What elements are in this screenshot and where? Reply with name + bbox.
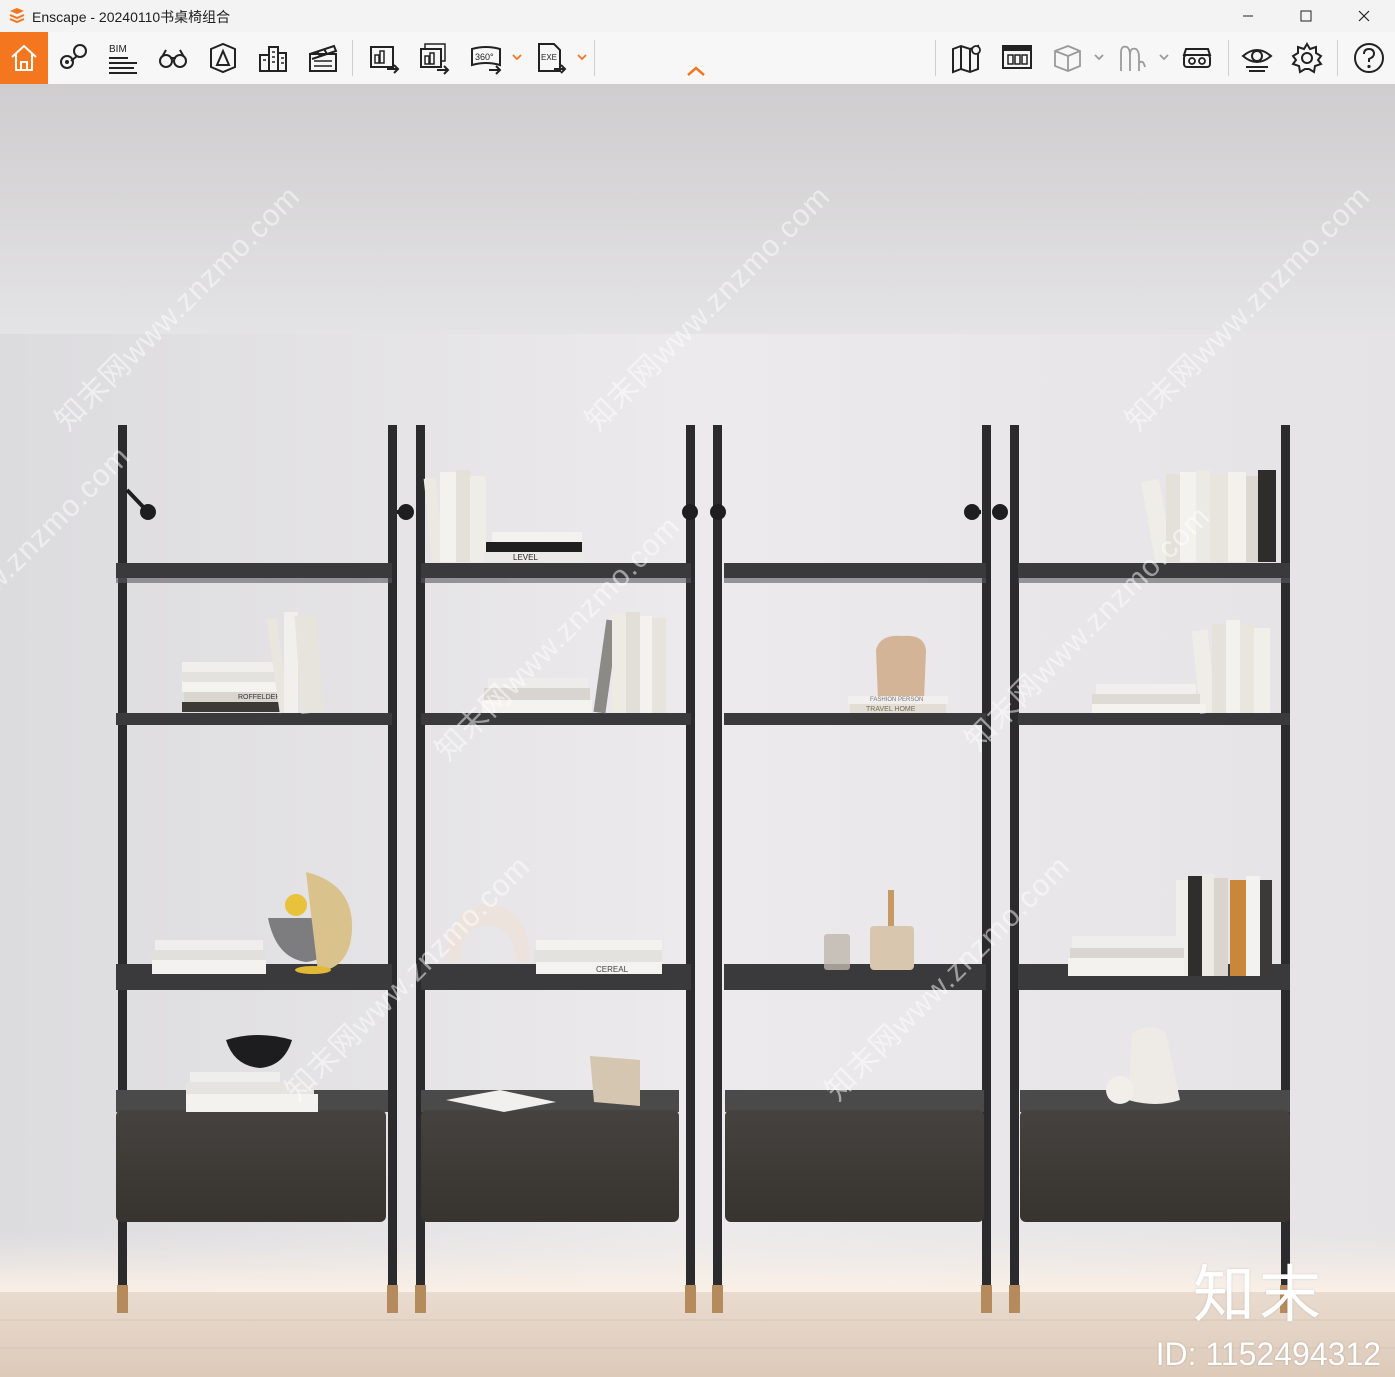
ceiling bbox=[0, 84, 1395, 334]
image-id-label: ID: 1152494312 bbox=[1155, 1336, 1381, 1372]
enscape-logo-icon bbox=[9, 8, 25, 24]
walk-mode-button[interactable] bbox=[149, 32, 197, 84]
help-icon bbox=[1354, 43, 1384, 73]
exe-export-button[interactable]: EXE bbox=[527, 32, 575, 84]
visual-settings-button[interactable] bbox=[1233, 32, 1281, 84]
panorama-button[interactable]: 360° bbox=[462, 32, 510, 84]
toolbar-separator bbox=[352, 40, 353, 76]
book-spine-label: ROFFELDER bbox=[238, 694, 280, 701]
buildings-icon bbox=[259, 46, 287, 72]
render-image-button[interactable] bbox=[360, 32, 408, 84]
minimize-button[interactable] bbox=[1219, 0, 1277, 32]
map-pin-icon bbox=[60, 44, 87, 69]
book-spine-label: LEVEL bbox=[513, 553, 538, 562]
chevron-down-icon[interactable] bbox=[511, 50, 523, 64]
vr-headset-button[interactable] bbox=[1173, 32, 1221, 84]
brand-logo: 知末 bbox=[1192, 1261, 1325, 1330]
atmosphere-button[interactable] bbox=[199, 32, 247, 84]
scene-render: ROFFELDER LEVEL CEREAL TRAVEL HOME FASHI… bbox=[0, 84, 1395, 1377]
home-icon bbox=[11, 44, 37, 71]
sun-perspective-icon bbox=[210, 42, 236, 74]
asset-library-button[interactable] bbox=[993, 32, 1041, 84]
book-spine-label: FASHION PERSON bbox=[870, 697, 923, 703]
batch-render-button[interactable] bbox=[410, 32, 458, 84]
views-button[interactable] bbox=[49, 32, 97, 84]
book-spine-label: TRAVEL HOME bbox=[866, 706, 916, 713]
visual-settings-icon bbox=[1241, 49, 1273, 72]
bim-icon: BIM bbox=[109, 44, 137, 74]
bim-label: BIM bbox=[109, 44, 127, 55]
panorama-360-icon: 360° bbox=[471, 46, 502, 75]
toolbar-separator bbox=[1228, 40, 1229, 76]
render-viewport[interactable]: ROFFELDER LEVEL CEREAL TRAVEL HOME FASHI… bbox=[0, 84, 1395, 1377]
pano-label: 360° bbox=[475, 52, 494, 62]
home-button[interactable] bbox=[0, 32, 48, 84]
batch-render-icon bbox=[420, 43, 450, 75]
material-editor-button[interactable] bbox=[1108, 32, 1156, 84]
map-icon bbox=[952, 44, 981, 74]
exe-export-icon: EXE bbox=[538, 43, 567, 74]
clapperboard-icon bbox=[309, 44, 338, 72]
video-editor-button[interactable] bbox=[299, 32, 347, 84]
chevron-down-icon[interactable] bbox=[576, 50, 588, 64]
maximize-icon bbox=[1300, 10, 1312, 22]
minimize-icon bbox=[1243, 15, 1253, 17]
exe-label: EXE bbox=[541, 53, 557, 62]
map-button[interactable] bbox=[943, 32, 991, 84]
close-icon bbox=[1358, 10, 1370, 22]
settings-button[interactable] bbox=[1283, 32, 1331, 84]
toolbar-separator bbox=[1337, 40, 1338, 76]
help-button[interactable] bbox=[1345, 32, 1393, 84]
binoculars-icon bbox=[159, 49, 187, 68]
cube-view-icon bbox=[1054, 45, 1081, 72]
window-title: Enscape - 20240110书桌椅组合 bbox=[32, 9, 231, 25]
toolbar-separator bbox=[935, 40, 936, 76]
screenshot-export-icon bbox=[370, 46, 400, 74]
chevron-up-icon[interactable] bbox=[684, 64, 708, 78]
material-editor-icon bbox=[1120, 45, 1146, 71]
close-button[interactable] bbox=[1335, 0, 1393, 32]
chevron-down-icon[interactable] bbox=[1158, 50, 1170, 64]
book-spine-label: CEREAL bbox=[596, 965, 629, 974]
toolbar-separator bbox=[594, 40, 595, 76]
bim-button[interactable]: BIM bbox=[99, 32, 147, 84]
chevron-down-icon[interactable] bbox=[1093, 50, 1105, 64]
main-toolbar: BIM 360° EXE bbox=[0, 32, 1395, 85]
title-bar: Enscape - 20240110书桌椅组合 bbox=[0, 0, 1395, 32]
vr-headset-icon bbox=[1182, 48, 1212, 68]
led-floor-glow bbox=[0, 1230, 1395, 1294]
view-cube-button[interactable] bbox=[1043, 32, 1091, 84]
maximize-button[interactable] bbox=[1277, 0, 1335, 32]
asset-library-icon bbox=[1002, 45, 1032, 69]
settings-gear-icon bbox=[1291, 42, 1323, 74]
site-context-button[interactable] bbox=[249, 32, 297, 84]
